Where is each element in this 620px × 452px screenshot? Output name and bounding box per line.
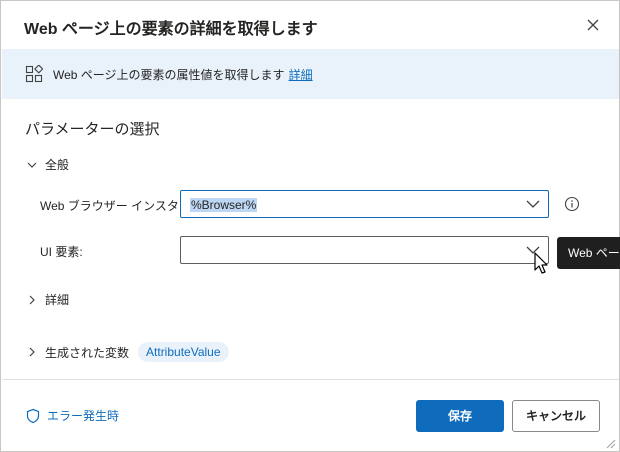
- dialog-titlebar: Web ページ上の要素の詳細を取得します: [1, 1, 619, 49]
- chevron-down-icon: [27, 162, 37, 168]
- ui-element-dropdown[interactable]: [180, 236, 549, 264]
- info-icon[interactable]: [564, 196, 580, 212]
- dialog-window: Web ページ上の要素の詳細を取得します Web ページ上の要素の属性値を取得し…: [0, 0, 620, 452]
- details-group-label: 詳細: [45, 293, 70, 307]
- banner-text: Web ページ上の要素の属性値を取得します: [53, 68, 285, 82]
- chevron-down-icon: [526, 246, 540, 254]
- variable-pill[interactable]: AttributeValue: [138, 342, 229, 362]
- general-group-toggle[interactable]: 全般: [25, 156, 69, 173]
- dialog-title: Web ページ上の要素の詳細を取得します: [24, 21, 318, 38]
- cancel-button[interactable]: キャンセル: [512, 400, 600, 432]
- details-link[interactable]: 詳細: [289, 68, 313, 82]
- footer-divider: [2, 379, 619, 380]
- details-group-toggle[interactable]: 詳細: [25, 291, 69, 308]
- chevron-right-icon: [29, 295, 35, 304]
- action-grid-icon: [25, 65, 43, 83]
- on-error-button[interactable]: エラー発生時: [25, 407, 119, 424]
- on-error-label: エラー発生時: [47, 409, 120, 423]
- parameters-section-title: パラメーターの選択: [25, 121, 160, 138]
- resize-grip-icon[interactable]: [604, 437, 616, 449]
- browser-instance-value: %Browser%: [190, 198, 258, 212]
- info-banner: Web ページ上の要素の属性値を取得します 詳細: [2, 49, 619, 99]
- generated-variables-toggle[interactable]: 生成された変数 AttributeValue: [25, 342, 229, 362]
- generated-variables-label: 生成された変数: [45, 345, 130, 360]
- general-group-label: 全般: [45, 158, 70, 172]
- close-button[interactable]: [581, 13, 605, 37]
- banner-description: Web ページ上の要素の属性値を取得します 詳細: [53, 66, 313, 83]
- chevron-right-icon: [29, 347, 35, 357]
- shield-icon: [26, 408, 40, 423]
- tooltip: Web ページ: [557, 237, 620, 269]
- browser-instance-dropdown[interactable]: %Browser%: [180, 190, 549, 218]
- chevron-down-icon: [526, 200, 540, 208]
- save-button[interactable]: 保存: [416, 400, 504, 432]
- ui-element-label: UI 要素:: [40, 245, 83, 259]
- close-icon: [587, 19, 599, 31]
